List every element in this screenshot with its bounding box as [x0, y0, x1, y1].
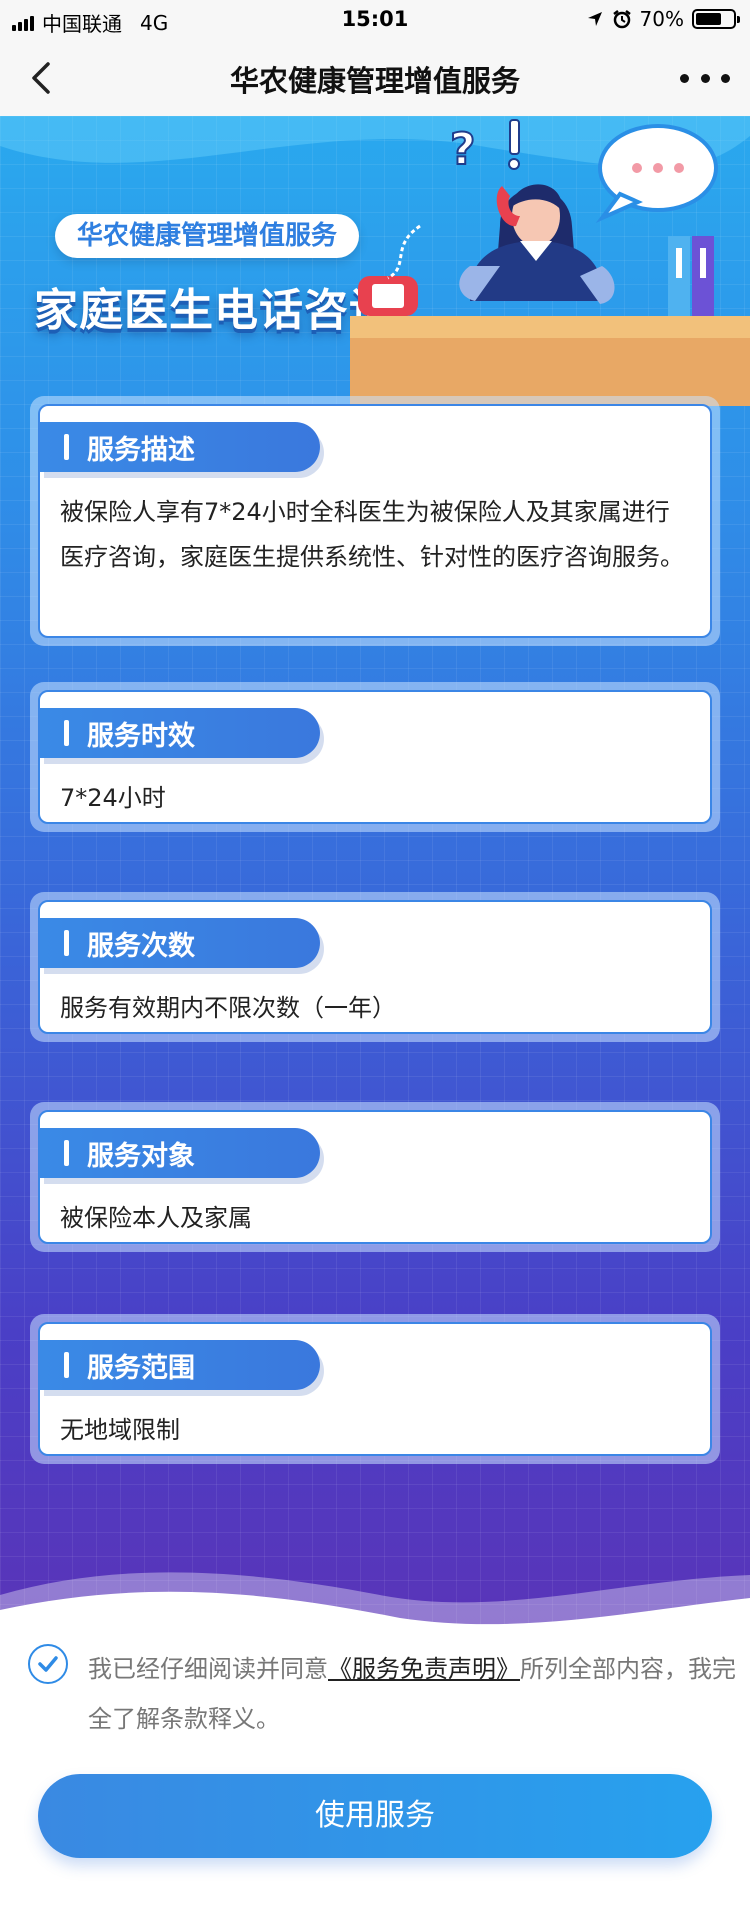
- disclaimer-link[interactable]: 《服务免责声明》: [328, 1655, 520, 1683]
- page-title: 华农健康管理增值服务: [229, 64, 520, 98]
- doctor-figure: [459, 184, 615, 304]
- service-card-count: 服务次数 服务有效期内不限次数（一年）: [30, 892, 720, 1042]
- card-body: 无地域限制: [60, 1416, 180, 1444]
- card-body: 被保险本人及家属: [60, 1204, 252, 1232]
- card-body: 被保险人享有7*24小时全科医生为被保险人及其家属进行医疗咨询，家庭医生提供系统…: [60, 498, 684, 571]
- card-inner: 服务时效 7*24小时: [38, 690, 712, 824]
- speech-bubble-icon: [595, 124, 718, 223]
- hero-title: 家庭医生电话咨询: [34, 285, 394, 336]
- card-heading-tag: 服务时效: [40, 708, 320, 758]
- service-card-scope: 服务范围 无地域限制: [30, 1314, 720, 1464]
- use-service-button[interactable]: 使用服务: [38, 1774, 712, 1858]
- battery-percent: 70%: [639, 7, 684, 31]
- card-heading-tag: 服务对象: [40, 1128, 320, 1178]
- question-mark-icon: ?: [450, 124, 476, 175]
- card-heading: 服务时效: [87, 720, 195, 752]
- card-heading-tag: 服务描述: [40, 422, 320, 472]
- tag-bar: [64, 1140, 69, 1166]
- card-heading-tag: 服务次数: [40, 918, 320, 968]
- card-body: 7*24小时: [60, 784, 166, 812]
- card-body: 服务有效期内不限次数（一年）: [60, 994, 396, 1022]
- tag-bar: [64, 1352, 69, 1378]
- more-button[interactable]: [680, 60, 730, 96]
- alarm-clock-icon: [612, 10, 631, 29]
- card-heading: 服务对象: [87, 1140, 195, 1172]
- card-heading: 服务范围: [87, 1352, 195, 1384]
- service-card-description: 服务描述 被保险人享有7*24小时全科医生为被保险人及其家属进行医疗咨询，家庭医…: [30, 396, 720, 646]
- card-inner: 服务范围 无地域限制: [38, 1322, 712, 1456]
- telephone-icon: [358, 224, 421, 316]
- card-inner: 服务次数 服务有效期内不限次数（一年）: [38, 900, 712, 1034]
- nav-bar: 华农健康管理增值服务: [0, 40, 750, 116]
- hero-subtitle: 华农健康管理增值服务: [55, 214, 360, 258]
- battery-icon: [692, 9, 740, 29]
- battery-level: [696, 13, 722, 25]
- doctor-phone-illustration: ?: [350, 119, 750, 406]
- bottom-wave-decoration: [0, 1572, 750, 1650]
- status-bar: 中国联通 4G 15:01 70%: [0, 0, 750, 40]
- agreement-checkbox[interactable]: [28, 1644, 68, 1684]
- card-heading-tag: 服务范围: [40, 1340, 320, 1390]
- service-card-target: 服务对象 被保险本人及家属: [30, 1102, 720, 1252]
- tag-bar: [64, 930, 69, 956]
- service-card-validity: 服务时效 7*24小时: [30, 682, 720, 832]
- status-right: 70%: [586, 7, 740, 31]
- card-inner: 服务描述 被保险人享有7*24小时全科医生为被保险人及其家属进行医疗咨询，家庭医…: [38, 404, 712, 638]
- more-dots-icon: [680, 73, 689, 83]
- location-arrow-icon: [587, 12, 602, 26]
- binders-icon: [668, 236, 714, 318]
- card-heading: 服务次数: [87, 930, 195, 962]
- tag-bar: [64, 434, 69, 460]
- agreement-prefix: 我已经仔细阅读并同意: [88, 1655, 328, 1683]
- hero-section: 华农健康管理增值服务 家庭医生电话咨询 ? 服务描述 被保险人享有7*24小时全…: [0, 116, 750, 1636]
- agreement-text: 我已经仔细阅读并同意《服务免责声明》所列全部内容，我完全了解条款释义。: [88, 1644, 748, 1744]
- card-heading: 服务描述: [87, 434, 195, 466]
- card-inner: 服务对象 被保险本人及家属: [38, 1110, 712, 1244]
- tag-bar: [64, 720, 69, 746]
- checkmark-icon: [38, 1656, 58, 1672]
